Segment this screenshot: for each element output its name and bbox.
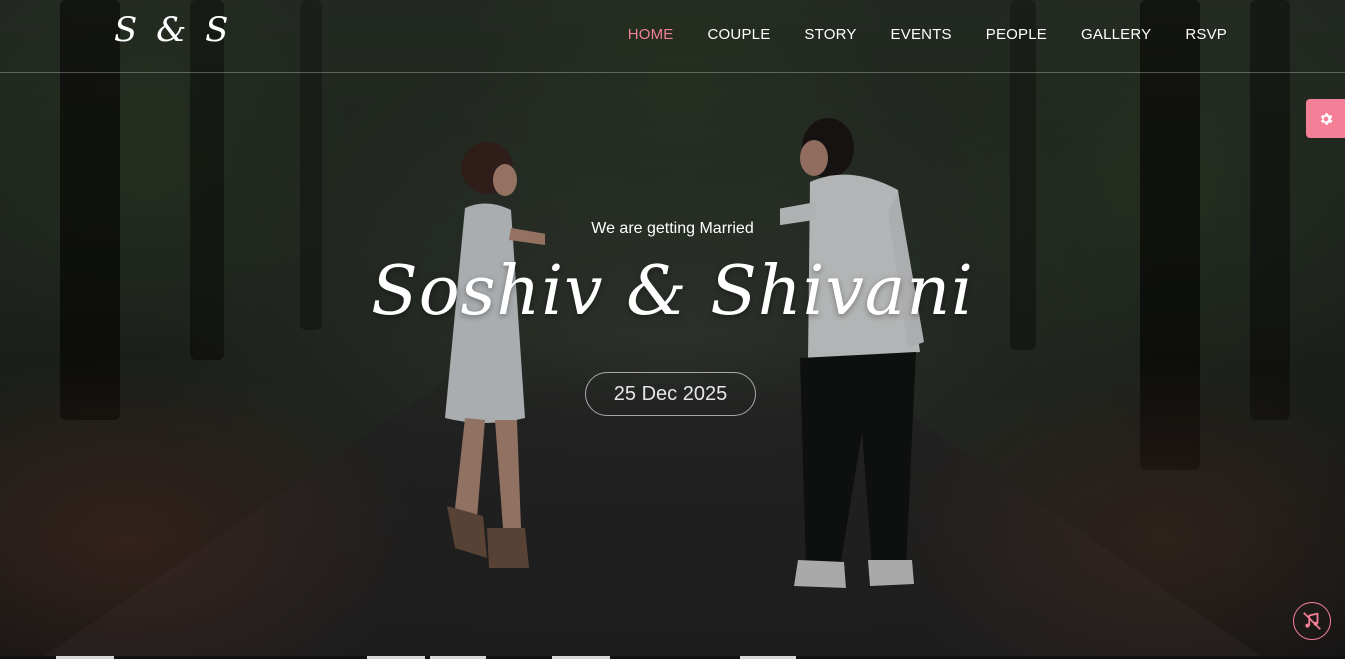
- main-nav: HOME COUPLE STORY EVENTS PEOPLE GALLERY …: [594, 26, 1227, 43]
- site-header: S & S HOME COUPLE STORY EVENTS PEOPLE GA…: [0, 0, 1345, 73]
- settings-toggle-button[interactable]: [1306, 99, 1345, 138]
- nav-story[interactable]: STORY: [804, 26, 856, 43]
- nav-home[interactable]: HOME: [628, 26, 674, 43]
- site-logo[interactable]: S & S: [114, 10, 232, 50]
- nav-gallery[interactable]: GALLERY: [1081, 26, 1151, 43]
- couple-names: Soshiv & Shivani: [371, 252, 974, 331]
- hero-section: S & S HOME COUPLE STORY EVENTS PEOPLE GA…: [0, 0, 1345, 659]
- music-toggle-button[interactable]: [1293, 602, 1331, 640]
- nav-events[interactable]: EVENTS: [891, 26, 952, 43]
- nav-rsvp[interactable]: RSVP: [1185, 26, 1227, 43]
- music-muted-icon: [1303, 612, 1321, 630]
- wedding-date-badge: 25 Dec 2025: [585, 372, 756, 416]
- nav-people[interactable]: PEOPLE: [986, 26, 1047, 43]
- hero-intro-text: We are getting Married: [591, 220, 754, 237]
- gear-icon: [1320, 112, 1332, 125]
- nav-couple[interactable]: COUPLE: [708, 26, 771, 43]
